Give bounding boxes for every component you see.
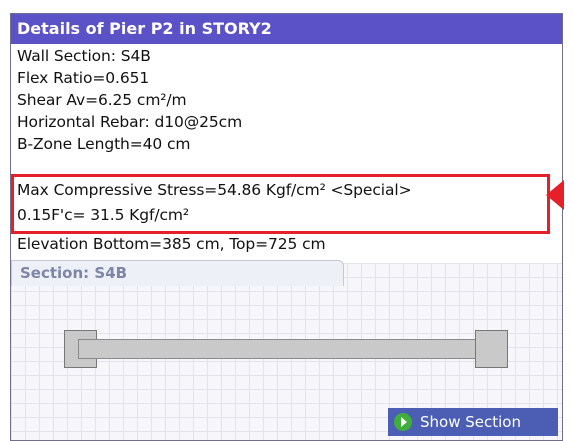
play-icon [394,412,412,431]
tab-section[interactable]: Section: S4B [11,260,344,286]
horizontal-rebar-text: Horizontal Rebar: d10@25cm [17,113,243,131]
boundary-zone-right [475,330,508,368]
shear-av-text: Shear Av=6.25 cm²/m [17,91,187,109]
flex-ratio-text: Flex Ratio=0.651 [17,69,150,87]
red-arrow-icon [546,180,564,210]
pier-details-panel: Details of Pier P2 in STORY2 Wall Sectio… [10,13,563,441]
wall-section-bar [78,339,486,359]
wall-section-text: Wall Section: S4B [17,47,151,65]
panel-title: Details of Pier P2 in STORY2 [11,14,562,44]
show-section-label: Show Section [420,413,521,431]
show-section-button[interactable]: Show Section [388,408,558,436]
bzone-length-text: B-Zone Length=40 cm [17,135,191,153]
elevation-text: Elevation Bottom=385 cm, Top=725 cm [17,235,326,253]
max-compressive-stress-text: Max Compressive Stress=54.86 Kgf/cm² <Sp… [17,181,412,199]
fc-limit-text: 0.15F'c= 31.5 Kgf/cm² [17,206,189,224]
